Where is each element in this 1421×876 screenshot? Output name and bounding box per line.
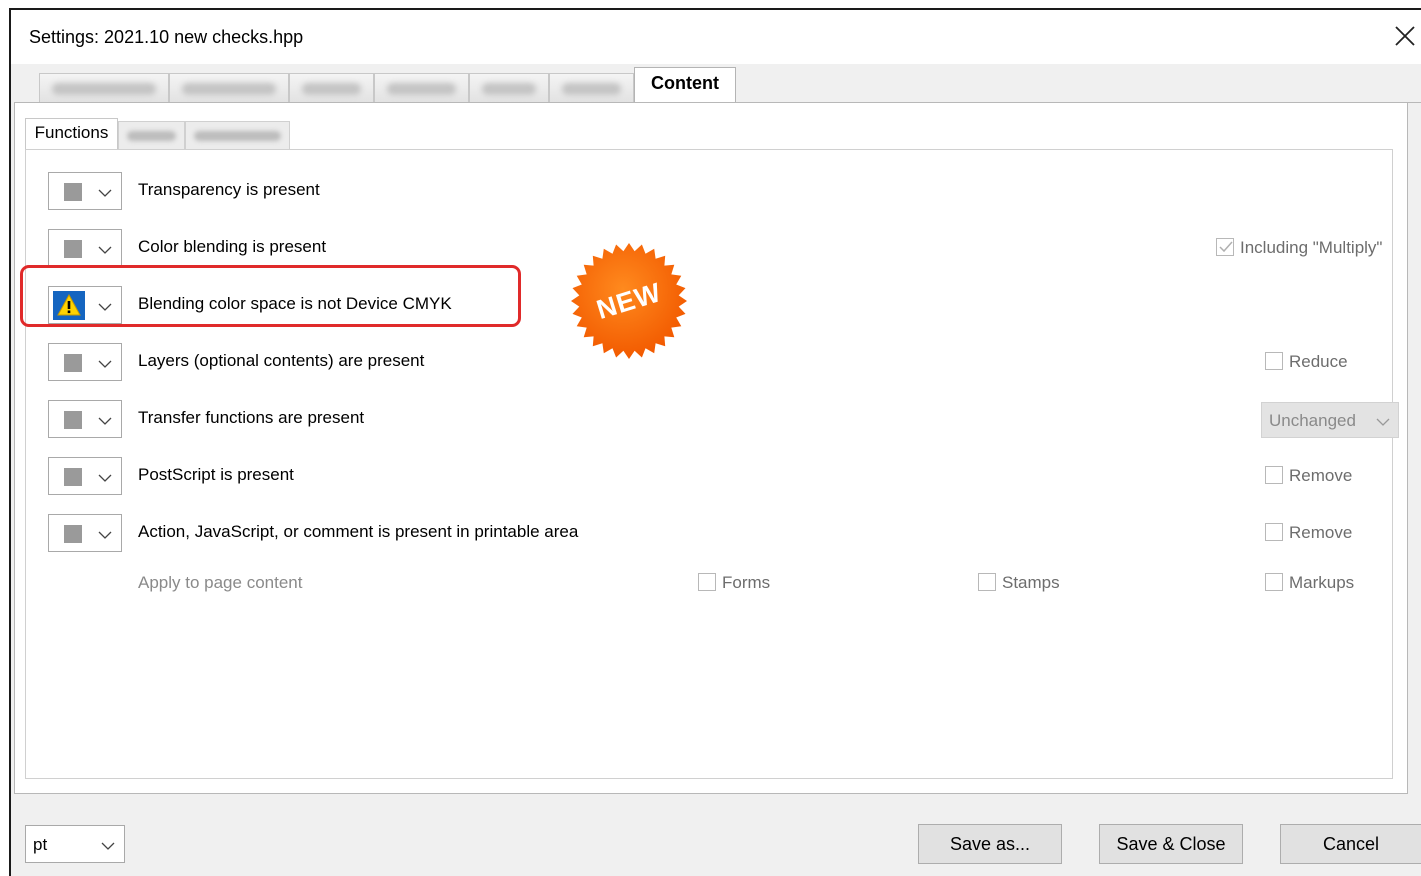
reduce-option[interactable]: Reduce (1265, 352, 1348, 372)
severity-swatch (64, 354, 82, 372)
option-label: Remove (1289, 523, 1353, 542)
save-as-button[interactable]: Save as... (918, 824, 1062, 864)
severity-dropdown[interactable] (48, 400, 122, 438)
check-label: PostScript is present (138, 465, 294, 484)
check-row: Layers (optional contents) are present R… (48, 343, 1408, 383)
new-badge: NEW (570, 242, 688, 360)
check-row: Color blending is present Including "Mul… (48, 229, 1408, 269)
severity-dropdown[interactable] (48, 229, 122, 267)
option-label: Remove (1289, 466, 1353, 485)
forms-option[interactable]: Forms (698, 573, 770, 593)
severity-dropdown[interactable] (48, 172, 122, 210)
checks-list: Transparency is present Color blending i… (34, 0, 1414, 876)
checkbox[interactable] (1265, 573, 1283, 591)
severity-swatch (64, 183, 82, 201)
dropdown-value: Unchanged (1269, 411, 1356, 430)
checkbox[interactable] (1265, 352, 1283, 370)
chevron-down-icon (98, 531, 112, 539)
checkbox[interactable] (978, 573, 996, 591)
chevron-down-icon (98, 474, 112, 482)
severity-swatch (64, 525, 82, 543)
severity-dropdown[interactable] (48, 514, 122, 552)
option-label: Including "Multiply" (1240, 238, 1383, 257)
severity-dropdown[interactable] (48, 457, 122, 495)
remove-option[interactable]: Remove (1265, 523, 1352, 543)
checkbox[interactable] (698, 573, 716, 591)
save-close-button[interactable]: Save & Close (1099, 824, 1243, 864)
markups-option[interactable]: Markups (1265, 573, 1354, 593)
check-label: Layers (optional contents) are present (138, 351, 425, 370)
chevron-down-icon (1376, 418, 1390, 426)
option-label: Markups (1289, 573, 1355, 592)
chevron-down-icon (98, 246, 112, 254)
stamps-option[interactable]: Stamps (978, 573, 1060, 593)
option-label: Forms (722, 573, 771, 592)
cancel-button[interactable]: Cancel (1280, 824, 1421, 864)
check-row: Transfer functions are present Unchanged (48, 400, 1408, 440)
highlight-box (20, 265, 521, 327)
severity-swatch (64, 240, 82, 258)
checkmark-icon (1219, 241, 1233, 253)
including-multiply-option[interactable]: Including "Multiply" (1216, 238, 1382, 258)
chevron-down-icon (98, 417, 112, 425)
checkbox[interactable] (1216, 238, 1234, 256)
unit-value: pt (33, 835, 48, 854)
chevron-down-icon (98, 189, 112, 197)
remove-option[interactable]: Remove (1265, 466, 1352, 486)
check-label: Action, JavaScript, or comment is presen… (138, 522, 579, 541)
check-label: Color blending is present (138, 237, 327, 256)
check-label: Transparency is present (138, 180, 320, 199)
severity-swatch (64, 468, 82, 486)
unit-select[interactable]: pt (25, 825, 125, 863)
apply-to-page-content-label: Apply to page content (138, 573, 303, 592)
chevron-down-icon (98, 360, 112, 368)
check-row: PostScript is present Remove (48, 457, 1408, 497)
chevron-down-icon (101, 842, 115, 850)
severity-dropdown[interactable] (48, 343, 122, 381)
checkbox[interactable] (1265, 466, 1283, 484)
option-label: Reduce (1289, 352, 1348, 371)
check-row: Transparency is present (48, 172, 1408, 212)
transfer-functions-dropdown[interactable]: Unchanged (1261, 402, 1399, 438)
option-label: Stamps (1002, 573, 1060, 592)
check-label: Transfer functions are present (138, 408, 365, 427)
severity-swatch (64, 411, 82, 429)
check-row: Action, JavaScript, or comment is presen… (48, 514, 1408, 554)
checkbox[interactable] (1265, 523, 1283, 541)
